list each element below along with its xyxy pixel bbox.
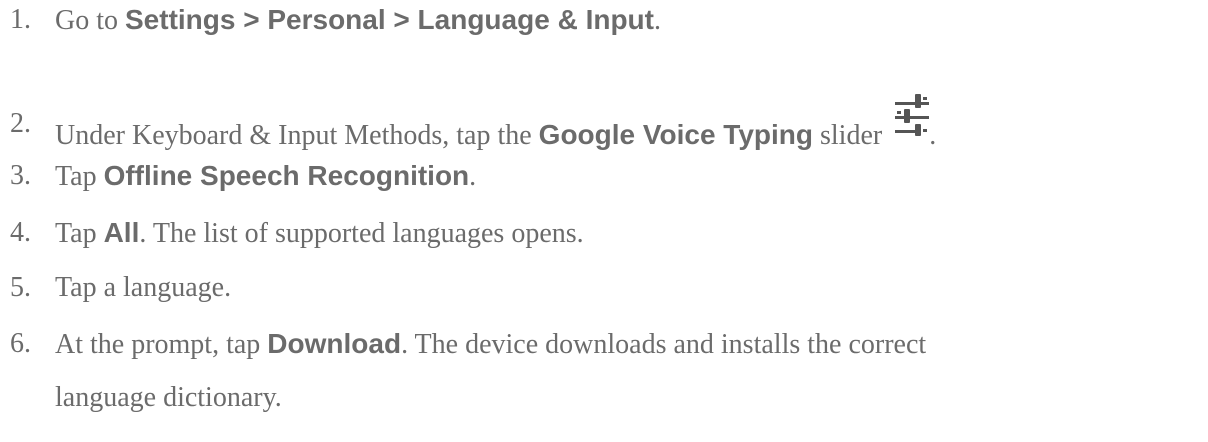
- step-text: Tap Offline Speech Recognition.: [55, 160, 476, 193]
- step-text: At the prompt, tap Download. The device …: [55, 328, 926, 361]
- step-text-part: At the prompt, tap: [55, 329, 268, 360]
- step-number: 6.: [10, 328, 31, 359]
- step-text-part: Go to: [55, 5, 125, 36]
- step-text: Go to Settings > Personal > Language & I…: [55, 4, 661, 37]
- step-text-part: slider: [812, 120, 890, 151]
- step-text-part: Tap: [55, 218, 104, 249]
- sliders-icon: [895, 94, 930, 136]
- step-text-part: .: [929, 120, 937, 151]
- step-text-part: . The device downloads and installs the …: [401, 329, 927, 360]
- button-name: Download: [267, 328, 402, 359]
- step-number: 4.: [10, 217, 31, 248]
- menu-path: Settings > Personal > Language & Input: [125, 4, 654, 35]
- step-number: 5.: [10, 272, 31, 303]
- step-number: 1.: [10, 4, 31, 35]
- step-text-part: Tap: [55, 161, 104, 192]
- step-text-part: .: [653, 5, 661, 36]
- setting-name: Offline Speech Recognition: [103, 160, 470, 191]
- step-text: Tap All. The list of supported languages…: [55, 217, 584, 250]
- option-name: All: [103, 217, 140, 248]
- step-text-part: . The list of supported languages opens.: [139, 218, 584, 249]
- step-text: Tap a language.: [55, 272, 231, 304]
- step-number: 2.: [10, 108, 31, 139]
- step-number: 3.: [10, 160, 31, 191]
- step-text-part: .: [469, 161, 477, 192]
- step-text: Under Keyboard & Input Methods, tap the …: [55, 94, 937, 152]
- step-text-part: Tap a language.: [55, 272, 232, 303]
- step-text-part: Under Keyboard & Input Methods, tap the: [55, 120, 539, 151]
- step-text-continuation: language dictionary.: [55, 382, 282, 413]
- setting-name: Google Voice Typing: [538, 119, 813, 150]
